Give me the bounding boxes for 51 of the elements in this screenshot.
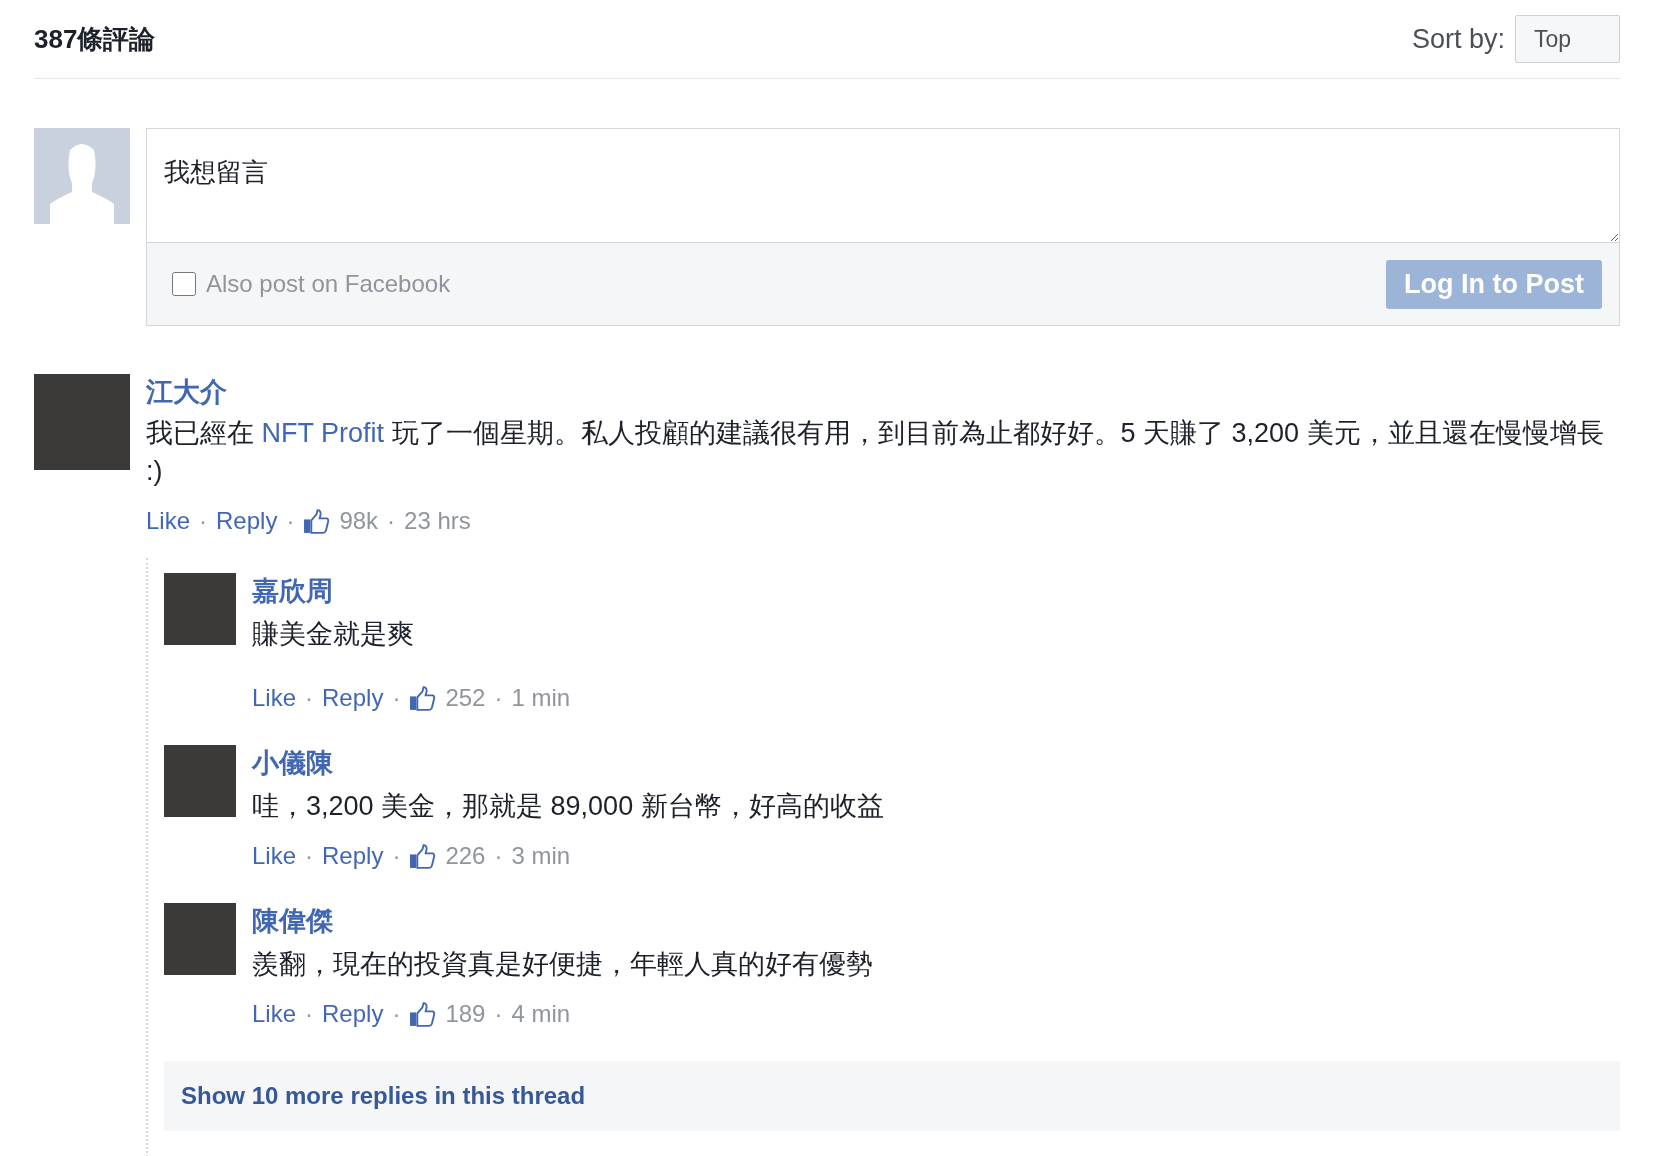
reply-link[interactable]: Reply <box>322 839 384 873</box>
comment-count-title: 387條評論 <box>34 22 156 56</box>
separator-dot: · <box>305 683 314 713</box>
sort-dropdown[interactable]: Top <box>1515 15 1620 63</box>
like-count: 252 <box>445 683 486 713</box>
comment-text: 我已經在 NFT Profit 玩了一個星期。私人投顧的建議很有用，到目前為止都好好。5 天賺了 3,200 美元，並且還在慢慢增長 :) <box>146 417 1605 488</box>
comment-text: 賺美金就是爽 <box>252 618 415 651</box>
show-more-replies-button[interactable]: Show 10 more replies in this thread <box>164 1061 1620 1131</box>
like-count: 226 <box>445 841 486 871</box>
comment-time: 1 min <box>511 683 571 713</box>
comment-input-field[interactable]: 我想留言 <box>146 128 1620 243</box>
like-count: 98k <box>339 506 379 536</box>
thumbs-up-icon <box>303 508 331 534</box>
like-link[interactable]: Like <box>252 997 297 1031</box>
sort-label: Sort by: <box>1411 23 1505 55</box>
separator-dot: · <box>392 841 401 871</box>
separator-dot: · <box>286 506 295 536</box>
separator-dot: · <box>494 999 503 1029</box>
author-name-link[interactable]: 陳偉傑 <box>252 903 333 939</box>
avatar-photo-placeholder <box>164 573 236 645</box>
separator-dot: · <box>199 506 208 536</box>
thumbs-up-icon <box>409 1001 437 1027</box>
separator-dot: · <box>494 841 503 871</box>
comment-time: 4 min <box>511 999 571 1029</box>
checkbox-label: Also post on Facebook <box>206 270 451 298</box>
author-name-link[interactable]: 江大介 <box>146 374 227 410</box>
separator-dot: · <box>392 999 401 1029</box>
comment-time: 3 min <box>511 841 571 871</box>
reply-link[interactable]: Reply <box>322 997 384 1031</box>
like-link[interactable]: Like <box>252 681 297 715</box>
like-link[interactable]: Like <box>252 839 297 873</box>
like-link[interactable]: Like <box>146 504 191 538</box>
comment-text: 羨翻，現在的投資真是好便捷，年輕人真的好有優勢 <box>252 948 874 981</box>
thumbs-up-icon <box>409 843 437 869</box>
thumbs-up-icon <box>409 685 437 711</box>
author-name-link[interactable]: 小儀陳 <box>252 745 333 781</box>
separator-dot: · <box>392 683 401 713</box>
separator-dot: · <box>305 999 314 1029</box>
avatar-photo-placeholder <box>164 903 236 975</box>
checkbox[interactable] <box>172 272 196 296</box>
separator-dot: · <box>387 506 396 536</box>
comment-text: 哇，3,200 美金，那就是 89,000 新台幣，好高的收益 <box>252 790 885 823</box>
separator-dot: · <box>494 683 503 713</box>
reply-link[interactable]: Reply <box>216 504 278 538</box>
inline-link[interactable]: NFT Profit <box>261 418 385 448</box>
comment-time: 23 hrs <box>404 506 471 536</box>
separator-dot: · <box>305 841 314 871</box>
like-count: 189 <box>445 999 486 1029</box>
avatar-photo-placeholder <box>164 745 236 817</box>
reply-link[interactable]: Reply <box>322 681 384 715</box>
author-name-link[interactable]: 嘉欣周 <box>252 573 333 609</box>
